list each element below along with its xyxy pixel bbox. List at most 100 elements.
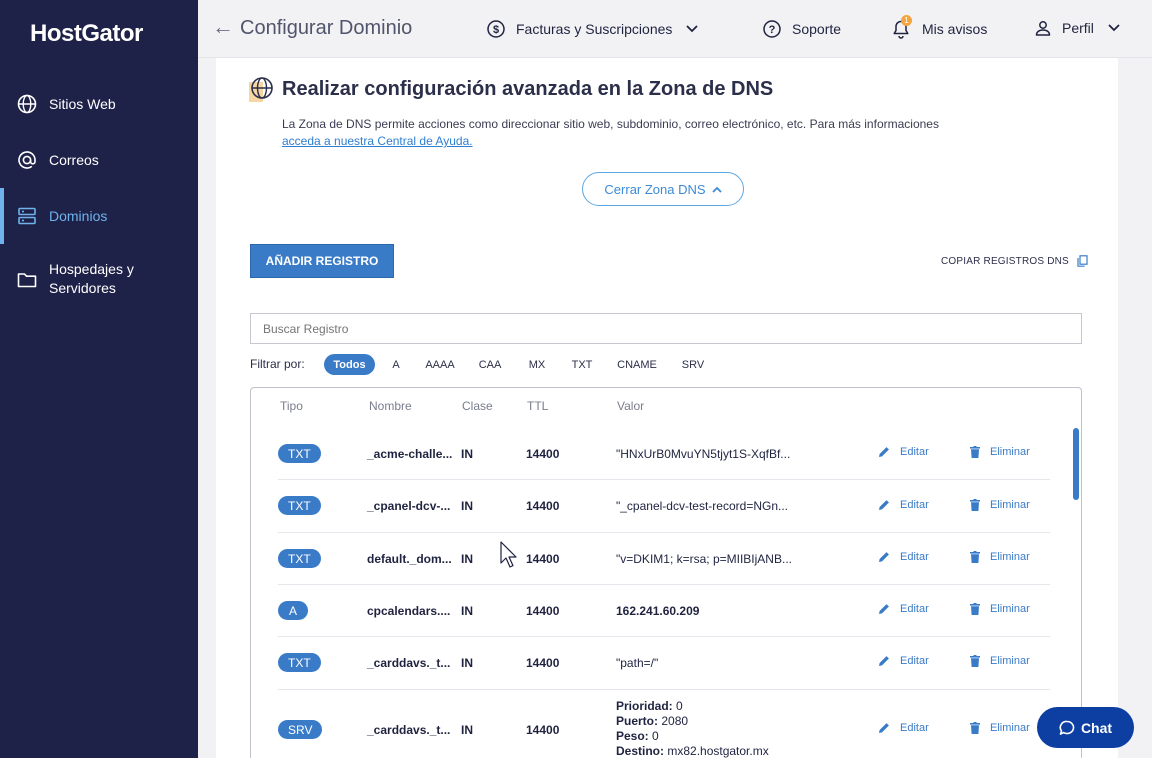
add-record-button[interactable]: AÑADIR REGISTRO <box>250 244 394 278</box>
chevron-down-icon <box>1108 24 1120 32</box>
sidebar-item-sitios-web[interactable]: Sitios Web <box>0 92 198 116</box>
scrollbar-thumb[interactable] <box>1073 428 1079 500</box>
edit-button[interactable]: Editar <box>878 446 929 458</box>
sidebar-item-hospedajes[interactable]: Hospedajes y Servidores <box>0 260 198 300</box>
edit-button[interactable]: Editar <box>878 551 929 563</box>
srv-weight-label: Peso: <box>616 729 649 743</box>
edit-label: Editar <box>900 603 929 615</box>
filter-chip-aaaa[interactable]: AAAA <box>420 354 460 375</box>
mouse-pointer-icon <box>500 541 517 568</box>
section-description: La Zona de DNS permite acciones como dir… <box>282 116 1002 150</box>
record-name: cpcalendars.... <box>367 604 451 618</box>
filter-chip-a[interactable]: A <box>386 354 406 375</box>
edit-button[interactable]: Editar <box>878 722 929 734</box>
record-type-badge: TXT <box>278 549 321 568</box>
trash-icon <box>970 655 980 667</box>
record-class: IN <box>461 447 473 461</box>
delete-button[interactable]: Eliminar <box>970 655 1030 667</box>
support-link[interactable]: ? Soporte <box>762 19 841 39</box>
delete-label: Eliminar <box>990 722 1030 734</box>
filter-chip-todos[interactable]: Todos <box>324 354 375 375</box>
table-row: A cpcalendars.... IN 14400 162.241.60.20… <box>278 585 1050 637</box>
help-center-link[interactable]: acceda a nuestra Central de Ayuda. <box>282 134 473 148</box>
filter-chip-caa[interactable]: CAA <box>474 354 506 375</box>
srv-priority-label: Prioridad: <box>616 699 673 713</box>
edit-label: Editar <box>900 655 929 667</box>
record-value: "_cpanel-dcv-test-record=NGn... <box>616 499 788 513</box>
filter-chip-mx[interactable]: MX <box>522 354 552 375</box>
delete-button[interactable]: Eliminar <box>970 446 1030 458</box>
search-record-input[interactable] <box>250 313 1082 344</box>
record-name: _acme-challe... <box>367 447 453 461</box>
record-name: _cpanel-dcv-... <box>367 499 451 513</box>
folder-icon <box>17 273 37 288</box>
close-dns-zone-label: Cerrar Zona DNS <box>604 181 706 197</box>
server-icon <box>18 207 36 225</box>
record-ttl: 14400 <box>526 552 560 566</box>
copy-dns-records-label: COPIAR REGISTROS DNS <box>941 255 1069 267</box>
back-arrow-icon[interactable]: ← <box>212 14 234 40</box>
help-circle-icon: ? <box>763 20 781 38</box>
sidebar-item-correos[interactable]: Correos <box>0 148 198 172</box>
profile-menu[interactable]: Perfil <box>1034 19 1120 37</box>
delete-label: Eliminar <box>990 603 1030 615</box>
at-icon <box>18 151 36 169</box>
srv-weight: 0 <box>652 729 659 743</box>
profile-label: Perfil <box>1062 20 1094 36</box>
filter-chip-srv[interactable]: SRV <box>678 354 708 375</box>
pencil-icon <box>879 447 889 457</box>
chat-bubble-icon <box>1059 720 1075 735</box>
sidebar-item-dominios[interactable]: Dominios <box>0 204 198 228</box>
trash-icon <box>970 551 980 563</box>
sidebar: HostGator Sitios Web Correos Dominios Ho… <box>0 0 198 758</box>
srv-target-label: Destino: <box>616 744 664 758</box>
edit-label: Editar <box>900 722 929 734</box>
edit-button[interactable]: Editar <box>878 655 929 667</box>
edit-button[interactable]: Editar <box>878 499 929 511</box>
billing-menu[interactable]: $ Facturas y Suscripciones <box>486 19 699 39</box>
record-ttl: 14400 <box>526 723 560 737</box>
trash-icon <box>970 499 980 511</box>
table-row: TXT _carddavs._t... IN 14400 "path=/" Ed… <box>278 637 1050 690</box>
record-class: IN <box>461 499 473 513</box>
page-title: Configurar Dominio <box>240 17 413 39</box>
sidebar-item-label: Dominios <box>49 207 108 224</box>
billing-label: Facturas y Suscripciones <box>516 21 673 37</box>
column-header-name: Nombre <box>369 399 412 413</box>
filter-chip-cname[interactable]: CNAME <box>614 354 660 375</box>
copy-icon <box>1077 255 1088 267</box>
record-type-badge: TXT <box>278 653 321 672</box>
notices-link[interactable]: 1 Mis avisos <box>892 15 988 39</box>
copy-dns-records-button[interactable]: COPIAR REGISTROS DNS <box>941 255 1088 267</box>
dollar-icon: $ <box>487 20 505 38</box>
record-type-badge: TXT <box>278 444 321 463</box>
delete-button[interactable]: Eliminar <box>970 722 1030 734</box>
svg-text:?: ? <box>769 24 776 36</box>
record-class: IN <box>461 552 473 566</box>
record-name: _carddavs._t... <box>367 723 451 737</box>
edit-label: Editar <box>900 446 929 458</box>
brand-logo[interactable]: HostGator <box>30 20 143 48</box>
column-header-value: Valor <box>617 399 645 413</box>
delete-button[interactable]: Eliminar <box>970 551 1030 563</box>
notification-badge: 1 <box>901 15 912 26</box>
notices-label: Mis avisos <box>922 21 988 37</box>
record-value: "v=DKIM1; k=rsa; p=MIIBIjANB... <box>616 552 792 566</box>
edit-button[interactable]: Editar <box>878 603 929 615</box>
sidebar-item-label: Correos <box>49 151 99 168</box>
pencil-icon <box>879 500 889 510</box>
table-row: SRV _carddavs._t... IN 14400 Prioridad: … <box>278 690 1050 758</box>
close-dns-zone-button[interactable]: Cerrar Zona DNS <box>582 172 744 206</box>
chat-label: Chat <box>1080 719 1113 736</box>
chat-button[interactable]: Chat <box>1037 707 1134 748</box>
chevron-up-icon <box>711 186 722 193</box>
delete-button[interactable]: Eliminar <box>970 499 1030 511</box>
trash-icon <box>970 603 980 615</box>
pencil-icon <box>879 604 889 614</box>
filter-chip-txt[interactable]: TXT <box>566 354 598 375</box>
record-ttl: 14400 <box>526 447 560 461</box>
column-header-type: Tipo <box>280 399 303 413</box>
delete-label: Eliminar <box>990 446 1030 458</box>
delete-button[interactable]: Eliminar <box>970 603 1030 615</box>
delete-label: Eliminar <box>990 551 1030 563</box>
